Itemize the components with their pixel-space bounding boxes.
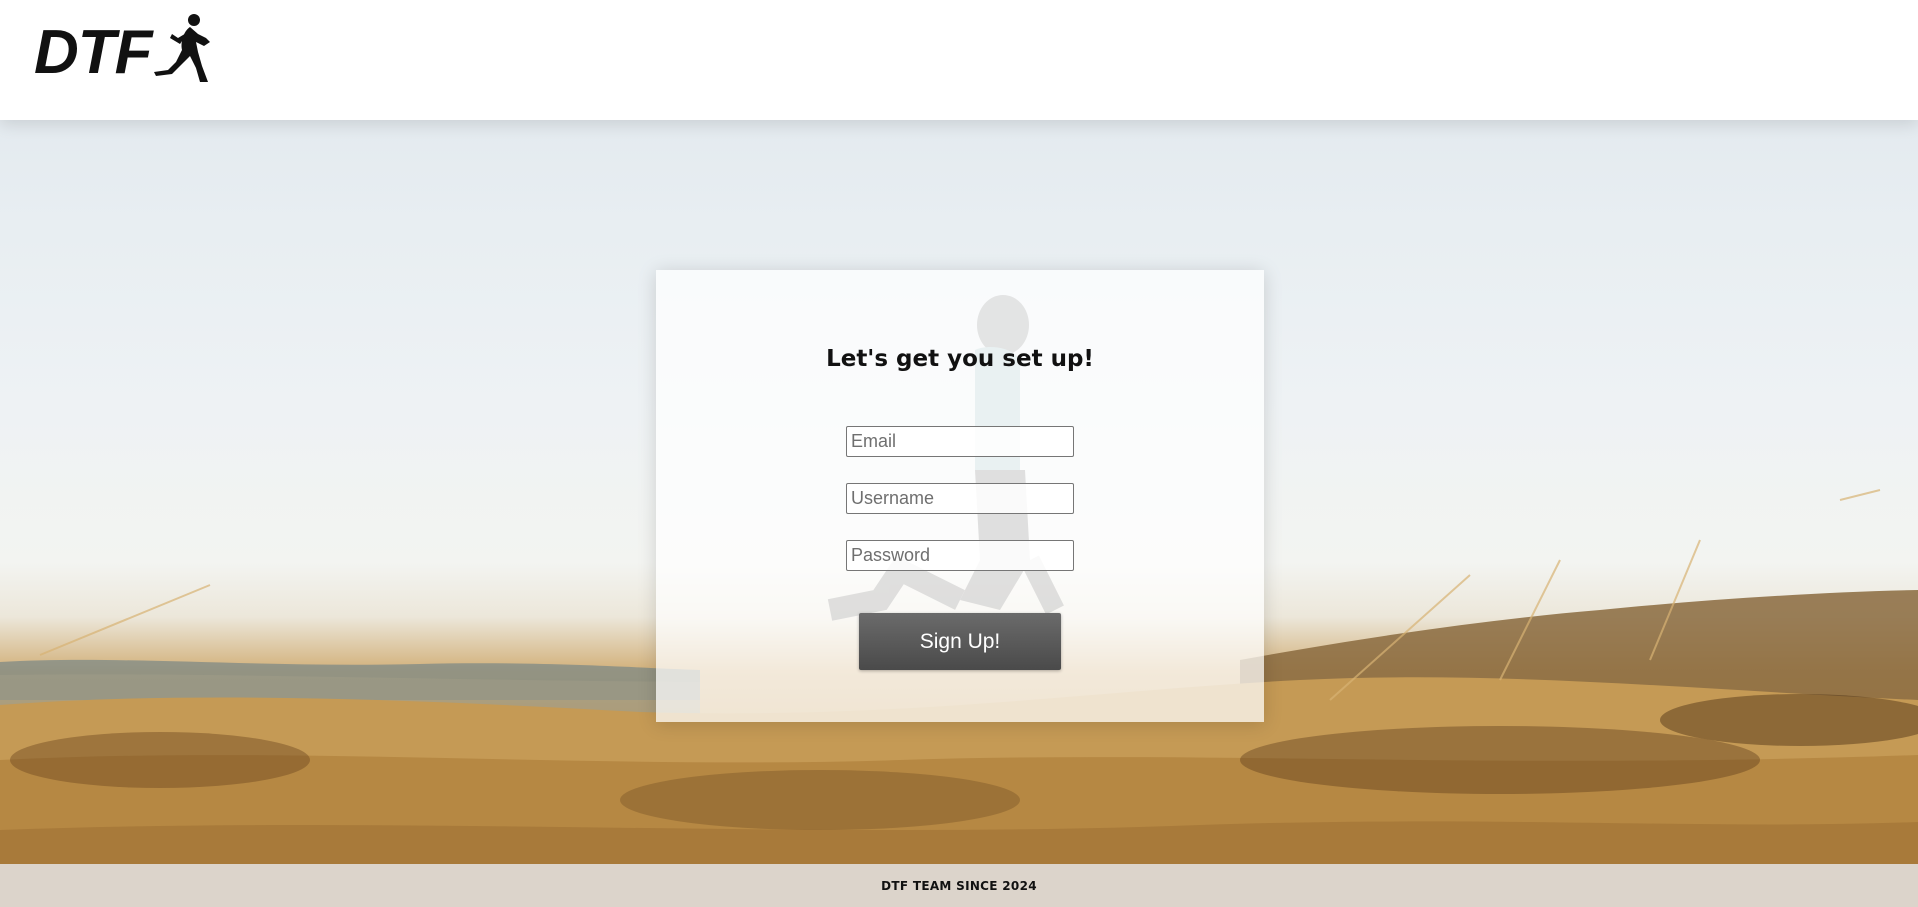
signup-card: Let's get you set up! Sign Up!: [656, 270, 1264, 722]
signup-page: DTF Let's get you set up! Sign Up! DTF T…: [0, 0, 1918, 907]
footer-text: DTF TEAM SINCE 2024: [881, 878, 1037, 893]
logo-text: DTF: [34, 18, 153, 87]
email-input[interactable]: [846, 426, 1074, 457]
site-header: DTF: [0, 0, 1918, 120]
sign-up-button[interactable]: Sign Up!: [859, 613, 1061, 670]
username-input[interactable]: [846, 483, 1074, 514]
signup-title: Let's get you set up!: [826, 346, 1094, 372]
logo[interactable]: DTF: [34, 14, 212, 90]
runner-icon: [153, 14, 210, 82]
site-footer: DTF TEAM SINCE 2024: [0, 864, 1918, 907]
password-input[interactable]: [846, 540, 1074, 571]
